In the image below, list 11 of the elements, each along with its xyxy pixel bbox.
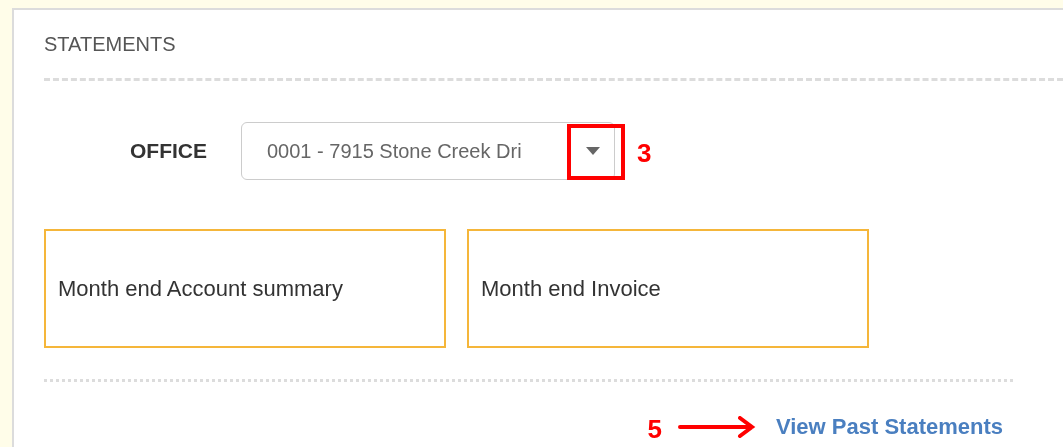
panel-title: STATEMENTS [44,32,177,56]
view-past-statements-link[interactable]: View Past Statements [775,410,1003,443]
caret-down-icon [586,147,600,155]
office-label: OFFICE [130,138,208,165]
annotation-number: 5 [647,413,662,446]
statement-card[interactable]: Month end Invoice [467,229,869,348]
highlight-frame [567,124,625,180]
office-select[interactable]: 0001 - 7915 Stone Creek Dri [241,122,615,180]
statement-card[interactable]: Month end Account summary [44,229,446,348]
arrow-icon [677,415,756,438]
annotation-number: 3 [637,137,652,170]
